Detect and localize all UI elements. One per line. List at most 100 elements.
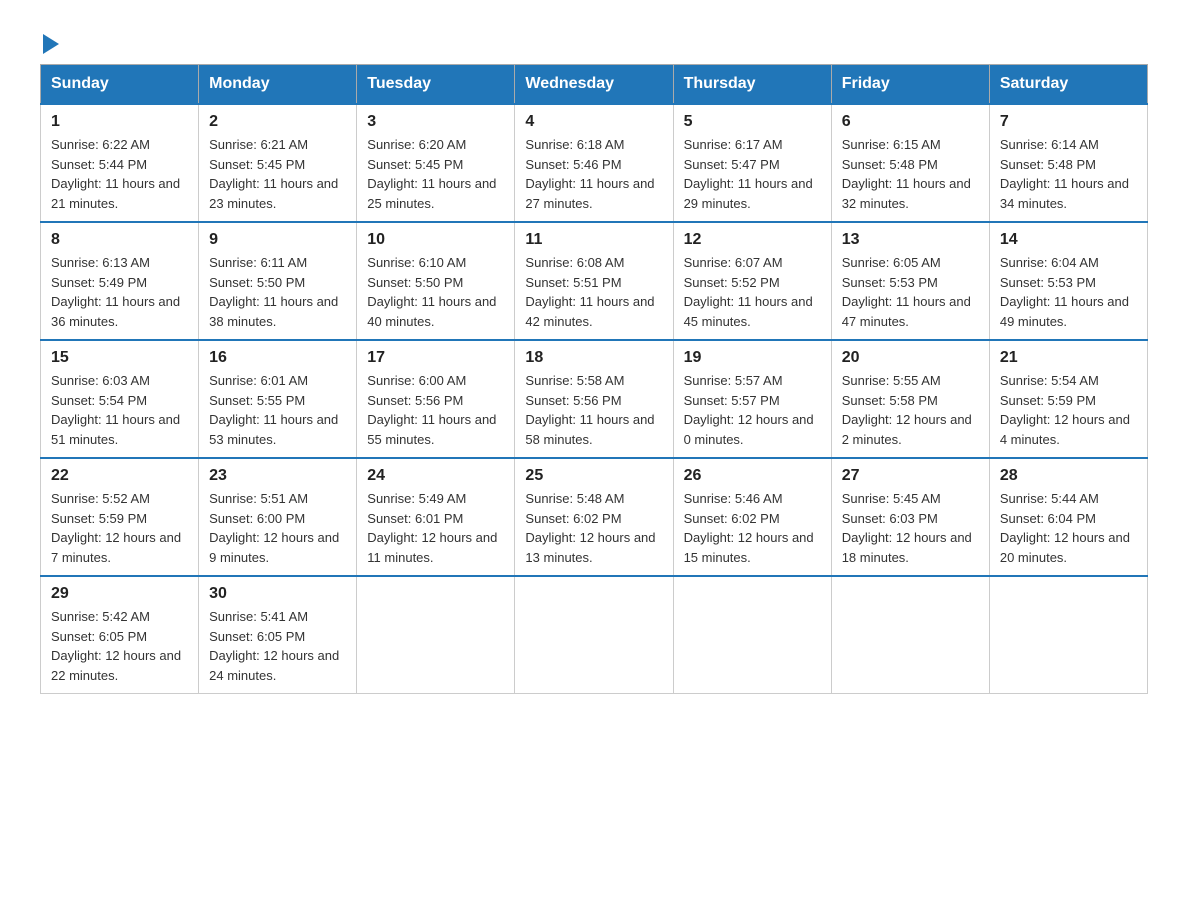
calendar-cell: 29 Sunrise: 5:42 AMSunset: 6:05 PMDayligh… bbox=[41, 576, 199, 694]
calendar-cell: 18Sunrise: 5:58 AMSunset: 5:56 PMDayligh… bbox=[515, 340, 673, 458]
day-info: Sunrise: 5:45 AMSunset: 6:03 PMDaylight:… bbox=[842, 489, 979, 567]
calendar-cell: 15 Sunrise: 6:03 AMSunset: 5:54 PMDayligh… bbox=[41, 340, 199, 458]
calendar-cell bbox=[673, 576, 831, 694]
day-number: 11 bbox=[525, 231, 662, 249]
day-info: Sunrise: 6:04 AMSunset: 5:53 PMDaylight:… bbox=[1000, 253, 1137, 331]
calendar-cell bbox=[357, 576, 515, 694]
day-info: Sunrise: 5:41 AMSunset: 6:05 PMDaylight:… bbox=[209, 607, 346, 685]
col-header-saturday: Saturday bbox=[989, 65, 1147, 105]
calendar-cell: 1 Sunrise: 6:22 AMSunset: 5:44 PMDaylight… bbox=[41, 104, 199, 222]
col-header-monday: Monday bbox=[199, 65, 357, 105]
day-number: 24 bbox=[367, 467, 504, 485]
logo-triangle bbox=[43, 34, 59, 54]
day-number: 1 bbox=[51, 113, 188, 131]
day-info: Sunrise: 5:49 AMSunset: 6:01 PMDaylight:… bbox=[367, 489, 504, 567]
day-info: Sunrise: 6:22 AMSunset: 5:44 PMDaylight:… bbox=[51, 135, 188, 213]
day-number: 19 bbox=[684, 349, 821, 367]
calendar-cell: 26Sunrise: 5:46 AMSunset: 6:02 PMDayligh… bbox=[673, 458, 831, 576]
calendar-cell: 13 Sunrise: 6:05 AMSunset: 5:53 PMDayligh… bbox=[831, 222, 989, 340]
calendar-cell: 10 Sunrise: 6:10 AMSunset: 5:50 PMDayligh… bbox=[357, 222, 515, 340]
col-header-thursday: Thursday bbox=[673, 65, 831, 105]
calendar-cell: 21 Sunrise: 5:54 AMSunset: 5:59 PMDayligh… bbox=[989, 340, 1147, 458]
day-number: 5 bbox=[684, 113, 821, 131]
day-info: Sunrise: 6:03 AMSunset: 5:54 PMDaylight:… bbox=[51, 371, 188, 449]
day-info: Sunrise: 5:57 AMSunset: 5:57 PMDaylight:… bbox=[684, 371, 821, 449]
day-info: Sunrise: 6:08 AMSunset: 5:51 PMDaylight:… bbox=[525, 253, 662, 331]
day-info: Sunrise: 6:07 AMSunset: 5:52 PMDaylight:… bbox=[684, 253, 821, 331]
day-info: Sunrise: 6:15 AMSunset: 5:48 PMDaylight:… bbox=[842, 135, 979, 213]
calendar-cell: 11 Sunrise: 6:08 AMSunset: 5:51 PMDayligh… bbox=[515, 222, 673, 340]
day-info: Sunrise: 6:11 AMSunset: 5:50 PMDaylight:… bbox=[209, 253, 346, 331]
calendar-cell: 6 Sunrise: 6:15 AMSunset: 5:48 PMDaylight… bbox=[831, 104, 989, 222]
day-number: 13 bbox=[842, 231, 979, 249]
day-info: Sunrise: 6:05 AMSunset: 5:53 PMDaylight:… bbox=[842, 253, 979, 331]
day-number: 27 bbox=[842, 467, 979, 485]
calendar-cell: 16 Sunrise: 6:01 AMSunset: 5:55 PMDayligh… bbox=[199, 340, 357, 458]
day-number: 26 bbox=[684, 467, 821, 485]
day-info: Sunrise: 5:55 AMSunset: 5:58 PMDaylight:… bbox=[842, 371, 979, 449]
day-number: 6 bbox=[842, 113, 979, 131]
day-number: 20 bbox=[842, 349, 979, 367]
logo bbox=[40, 30, 59, 54]
calendar-cell: 17 Sunrise: 6:00 AMSunset: 5:56 PMDayligh… bbox=[357, 340, 515, 458]
day-number: 21 bbox=[1000, 349, 1137, 367]
calendar-cell: 4 Sunrise: 6:18 AMSunset: 5:46 PMDaylight… bbox=[515, 104, 673, 222]
calendar-cell: 5 Sunrise: 6:17 AMSunset: 5:47 PMDaylight… bbox=[673, 104, 831, 222]
calendar-cell: 28 Sunrise: 5:44 AMSunset: 6:04 PMDayligh… bbox=[989, 458, 1147, 576]
col-header-tuesday: Tuesday bbox=[357, 65, 515, 105]
calendar-cell: 27 Sunrise: 5:45 AMSunset: 6:03 PMDayligh… bbox=[831, 458, 989, 576]
calendar-cell: 20 Sunrise: 5:55 AMSunset: 5:58 PMDayligh… bbox=[831, 340, 989, 458]
day-number: 8 bbox=[51, 231, 188, 249]
calendar-cell: 19 Sunrise: 5:57 AMSunset: 5:57 PMDayligh… bbox=[673, 340, 831, 458]
day-number: 29 bbox=[51, 585, 188, 603]
day-info: Sunrise: 6:18 AMSunset: 5:46 PMDaylight:… bbox=[525, 135, 662, 213]
calendar-cell: 25Sunrise: 5:48 AMSunset: 6:02 PMDayligh… bbox=[515, 458, 673, 576]
day-info: Sunrise: 6:21 AMSunset: 5:45 PMDaylight:… bbox=[209, 135, 346, 213]
day-number: 15 bbox=[51, 349, 188, 367]
day-number: 14 bbox=[1000, 231, 1137, 249]
day-info: Sunrise: 6:17 AMSunset: 5:47 PMDaylight:… bbox=[684, 135, 821, 213]
day-info: Sunrise: 6:13 AMSunset: 5:49 PMDaylight:… bbox=[51, 253, 188, 331]
day-number: 16 bbox=[209, 349, 346, 367]
week-row-5: 29 Sunrise: 5:42 AMSunset: 6:05 PMDayligh… bbox=[41, 576, 1148, 694]
calendar-cell: 30Sunrise: 5:41 AMSunset: 6:05 PMDayligh… bbox=[199, 576, 357, 694]
page-header bbox=[40, 30, 1148, 54]
calendar-header-row: SundayMondayTuesdayWednesdayThursdayFrid… bbox=[41, 65, 1148, 105]
day-info: Sunrise: 5:42 AMSunset: 6:05 PMDaylight:… bbox=[51, 607, 188, 685]
calendar-cell: 8 Sunrise: 6:13 AMSunset: 5:49 PMDaylight… bbox=[41, 222, 199, 340]
day-info: Sunrise: 6:20 AMSunset: 5:45 PMDaylight:… bbox=[367, 135, 504, 213]
day-info: Sunrise: 6:00 AMSunset: 5:56 PMDaylight:… bbox=[367, 371, 504, 449]
day-number: 28 bbox=[1000, 467, 1137, 485]
calendar-table: SundayMondayTuesdayWednesdayThursdayFrid… bbox=[40, 64, 1148, 694]
week-row-3: 15 Sunrise: 6:03 AMSunset: 5:54 PMDayligh… bbox=[41, 340, 1148, 458]
week-row-2: 8 Sunrise: 6:13 AMSunset: 5:49 PMDaylight… bbox=[41, 222, 1148, 340]
day-info: Sunrise: 6:01 AMSunset: 5:55 PMDaylight:… bbox=[209, 371, 346, 449]
day-number: 22 bbox=[51, 467, 188, 485]
calendar-cell bbox=[989, 576, 1147, 694]
day-number: 10 bbox=[367, 231, 504, 249]
calendar-cell: 14 Sunrise: 6:04 AMSunset: 5:53 PMDayligh… bbox=[989, 222, 1147, 340]
calendar-cell: 3 Sunrise: 6:20 AMSunset: 5:45 PMDaylight… bbox=[357, 104, 515, 222]
day-number: 2 bbox=[209, 113, 346, 131]
calendar-cell: 2 Sunrise: 6:21 AMSunset: 5:45 PMDaylight… bbox=[199, 104, 357, 222]
week-row-4: 22 Sunrise: 5:52 AMSunset: 5:59 PMDayligh… bbox=[41, 458, 1148, 576]
day-number: 9 bbox=[209, 231, 346, 249]
day-info: Sunrise: 5:44 AMSunset: 6:04 PMDaylight:… bbox=[1000, 489, 1137, 567]
week-row-1: 1 Sunrise: 6:22 AMSunset: 5:44 PMDaylight… bbox=[41, 104, 1148, 222]
day-number: 7 bbox=[1000, 113, 1137, 131]
calendar-cell: 23Sunrise: 5:51 AMSunset: 6:00 PMDayligh… bbox=[199, 458, 357, 576]
day-number: 4 bbox=[525, 113, 662, 131]
calendar-cell: 22 Sunrise: 5:52 AMSunset: 5:59 PMDayligh… bbox=[41, 458, 199, 576]
day-number: 17 bbox=[367, 349, 504, 367]
calendar-cell: 9 Sunrise: 6:11 AMSunset: 5:50 PMDaylight… bbox=[199, 222, 357, 340]
col-header-wednesday: Wednesday bbox=[515, 65, 673, 105]
day-number: 3 bbox=[367, 113, 504, 131]
day-number: 12 bbox=[684, 231, 821, 249]
calendar-cell bbox=[831, 576, 989, 694]
day-info: Sunrise: 5:54 AMSunset: 5:59 PMDaylight:… bbox=[1000, 371, 1137, 449]
col-header-friday: Friday bbox=[831, 65, 989, 105]
day-info: Sunrise: 5:52 AMSunset: 5:59 PMDaylight:… bbox=[51, 489, 188, 567]
day-info: Sunrise: 6:10 AMSunset: 5:50 PMDaylight:… bbox=[367, 253, 504, 331]
day-number: 25 bbox=[525, 467, 662, 485]
calendar-cell: 24 Sunrise: 5:49 AMSunset: 6:01 PMDayligh… bbox=[357, 458, 515, 576]
